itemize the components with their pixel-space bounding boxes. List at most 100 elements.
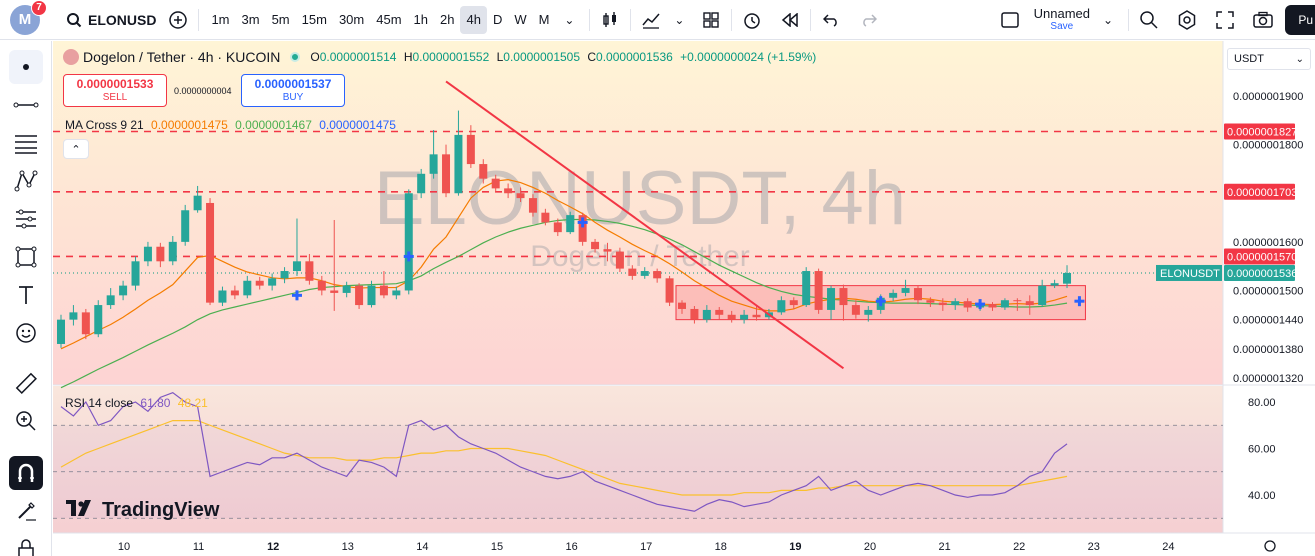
sell-button[interactable]: 0.0000001533 SELL (63, 74, 167, 107)
interval-4h[interactable]: 4h (460, 5, 487, 34)
compare-add-icon[interactable] (164, 6, 192, 34)
time-axis-label: 17 (640, 541, 652, 553)
symbol-search-button[interactable]: ELONUSD (60, 6, 156, 34)
candle-body (255, 280, 264, 286)
candle-body (442, 154, 451, 194)
candle-body (640, 271, 649, 276)
symbol-tag-label: ELONUSDT (1160, 268, 1220, 280)
interval-W[interactable]: W (508, 6, 532, 34)
emoji-icon[interactable] (9, 316, 43, 350)
shape-rectangle-icon[interactable] (9, 240, 43, 274)
interval-15m[interactable]: 15m (296, 6, 333, 34)
candle-body (963, 301, 972, 308)
draw-lock-pencil-icon[interactable] (9, 494, 43, 528)
time-axis-label: 10 (118, 541, 130, 553)
price-tag-label: 0.0000001536 (1227, 268, 1297, 280)
candle-body (591, 241, 600, 250)
interval-2h[interactable]: 2h (434, 6, 460, 34)
candle-body (1013, 300, 1022, 302)
candle-body (864, 309, 873, 315)
price-tag-label: 0.0000001703 (1227, 187, 1297, 199)
interval-5m[interactable]: 5m (266, 6, 296, 34)
divider (589, 8, 591, 31)
tradingview-logo[interactable]: TradingView (66, 499, 219, 522)
candle-body (839, 288, 848, 306)
candle-body (988, 304, 997, 308)
candle-body (429, 154, 438, 174)
divider (810, 8, 812, 31)
ma-cross-legend[interactable]: MA Cross 9 21 0.0000001475 0.0000001467 … (65, 118, 396, 132)
series-legend: Dogelon / Tether · 4h · KUCOIN O0.000000… (63, 49, 816, 65)
buy-label: BUY (282, 91, 304, 103)
series-title[interactable]: Dogelon / Tether · 4h · KUCOIN (83, 49, 280, 65)
candle-body (615, 251, 624, 269)
save-link[interactable]: Save (1050, 21, 1073, 32)
redo-icon[interactable] (855, 6, 883, 34)
interval-45m[interactable]: 45m (370, 6, 407, 34)
price-tag-label: 0.0000001570 (1227, 251, 1297, 263)
cursor-dot-icon[interactable] (9, 50, 43, 84)
layout-name[interactable]: Unnamed Save (1034, 6, 1090, 32)
candle-type-icon[interactable] (596, 6, 624, 34)
candle-body (392, 290, 401, 296)
pattern-tool-icon[interactable] (9, 164, 43, 198)
interval-M[interactable]: M (533, 6, 556, 34)
candle-body (94, 305, 103, 335)
chevron-down-icon[interactable]: ⌄ (665, 6, 693, 34)
candle-body (1063, 272, 1072, 284)
templates-icon[interactable] (697, 6, 725, 34)
collapse-legend-button[interactable]: ⌃ (63, 139, 89, 159)
forecast-tool-icon[interactable] (9, 202, 43, 236)
rsi-legend[interactable]: RSI 14 close 61.80 48.21 (65, 396, 208, 410)
magnet-icon[interactable] (9, 456, 43, 490)
chevron-down-icon[interactable]: ⌄ (1094, 6, 1122, 34)
divider (1128, 8, 1129, 31)
candle-body (404, 193, 413, 291)
candle-body (528, 198, 537, 213)
indicators-icon[interactable] (637, 6, 665, 34)
avatar[interactable]: M 7 (10, 0, 47, 35)
zoom-in-icon[interactable] (9, 404, 43, 438)
ruler-icon[interactable] (9, 366, 43, 400)
time-axis-label: 23 (1088, 541, 1100, 553)
camera-icon[interactable] (1249, 6, 1277, 34)
buy-button[interactable]: 0.0000001537 BUY (241, 74, 345, 107)
candle-body (851, 305, 860, 315)
candle-body (740, 314, 749, 320)
interval-30m[interactable]: 30m (333, 6, 370, 34)
candle-body (156, 246, 165, 262)
candle-body (541, 212, 550, 223)
interval-3m[interactable]: 3m (236, 6, 266, 34)
candle-body (951, 301, 960, 306)
currency-select[interactable]: USDT ⌄ (1227, 48, 1311, 70)
spread-value: 0.0000000004 (174, 86, 232, 96)
text-tool-icon[interactable] (9, 278, 43, 312)
chevron-down-icon[interactable]: ⌄ (555, 6, 583, 34)
alert-icon[interactable] (738, 6, 766, 34)
candle-body (69, 312, 78, 320)
candle-body (1025, 301, 1034, 306)
ohlc-values: O0.0000001514 H0.0000001552 L0.000000150… (310, 50, 816, 64)
interval-1h[interactable]: 1h (408, 6, 434, 34)
layout-checkbox-icon[interactable] (996, 6, 1024, 34)
ohlc-open: 0.0000001514 (319, 50, 397, 64)
horizontal-lines-icon[interactable] (9, 126, 43, 160)
interval-1m[interactable]: 1m (205, 6, 235, 34)
candle-body (342, 285, 351, 293)
lock-icon[interactable] (9, 532, 43, 556)
fullscreen-icon[interactable] (1211, 6, 1239, 34)
quick-search-icon[interactable] (1135, 6, 1163, 34)
price-axis-label: 0.0000001380 (1233, 344, 1303, 356)
candle-body (926, 300, 935, 303)
publish-button[interactable]: Pu (1285, 4, 1315, 35)
trend-line-icon[interactable] (9, 88, 43, 122)
price-axis-label: 0.0000001800 (1233, 140, 1303, 152)
ma-value-1: 0.0000001475 (151, 118, 228, 132)
divider (731, 8, 733, 31)
rsi-name: RSI 14 close (65, 396, 134, 410)
interval-D[interactable]: D (487, 6, 508, 34)
market-status-dot (290, 52, 301, 62)
undo-icon[interactable] (817, 6, 845, 34)
settings-gear-icon[interactable] (1173, 6, 1201, 34)
replay-icon[interactable] (776, 6, 804, 34)
